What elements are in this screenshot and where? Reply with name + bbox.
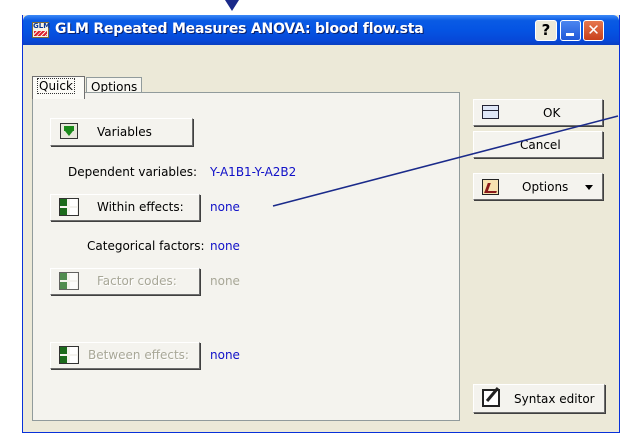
ok-button-label: OK (543, 106, 561, 120)
dialog-window: GLM GLM Repeated Measures ANOVA: blood f… (22, 15, 620, 433)
categorical-factors-value: none (210, 239, 240, 253)
syntax-editor-icon (482, 389, 500, 407)
cancel-button-label: Cancel (520, 138, 561, 152)
variables-button[interactable]: Variables (50, 118, 193, 146)
minimize-button[interactable] (560, 20, 581, 41)
annotation-arrow-top (225, 0, 239, 11)
syntax-editor-button[interactable]: Syntax editor (473, 384, 605, 413)
help-button[interactable]: ? (535, 20, 557, 41)
between-effects-button[interactable]: Between effects: (50, 342, 200, 369)
ok-button[interactable]: OK (473, 99, 603, 126)
within-effects-value: none (210, 200, 240, 214)
within-effects-label: Within effects: (97, 200, 184, 214)
variables-button-label: Variables (97, 125, 152, 139)
quick-tab-panel: Variables Dependent variables: Y-A1B1-Y-… (32, 92, 460, 421)
close-button[interactable]: ✕ (583, 20, 604, 41)
title-bar[interactable]: GLM GLM Repeated Measures ANOVA: blood f… (23, 15, 619, 45)
within-effects-icon (59, 198, 79, 216)
factor-codes-label: Factor codes: (97, 274, 177, 288)
factor-codes-button[interactable]: Factor codes: (50, 268, 200, 295)
dependent-variables-value: Y-A1B1-Y-A2B2 (210, 165, 297, 179)
options-button-label: Options (522, 180, 569, 194)
dependent-variables-label: Dependent variables: (68, 165, 198, 179)
ok-icon (482, 105, 499, 119)
tab-quick[interactable]: Quick (32, 76, 85, 99)
app-icon-text: GLM (33, 22, 51, 30)
cancel-button[interactable]: Cancel (473, 131, 603, 158)
categorical-factors-label: Categorical factors: (87, 239, 205, 253)
syntax-editor-label: Syntax editor (514, 392, 595, 406)
options-button[interactable]: Options (473, 173, 603, 200)
between-effects-value: none (210, 348, 240, 362)
window-title: GLM Repeated Measures ANOVA: blood flow.… (55, 21, 424, 37)
glm-app-icon: GLM (32, 22, 51, 38)
between-effects-icon (59, 346, 79, 364)
between-effects-label: Between effects: (88, 348, 189, 362)
within-effects-button[interactable]: Within effects: (50, 194, 200, 221)
app-icon-bars (34, 31, 47, 36)
factor-codes-icon (59, 272, 79, 290)
variables-icon (60, 123, 78, 139)
factor-codes-value: none (210, 274, 240, 288)
options-icon (482, 179, 499, 195)
tab-quick-label: Quick (37, 78, 75, 94)
chevron-down-icon (585, 185, 593, 190)
